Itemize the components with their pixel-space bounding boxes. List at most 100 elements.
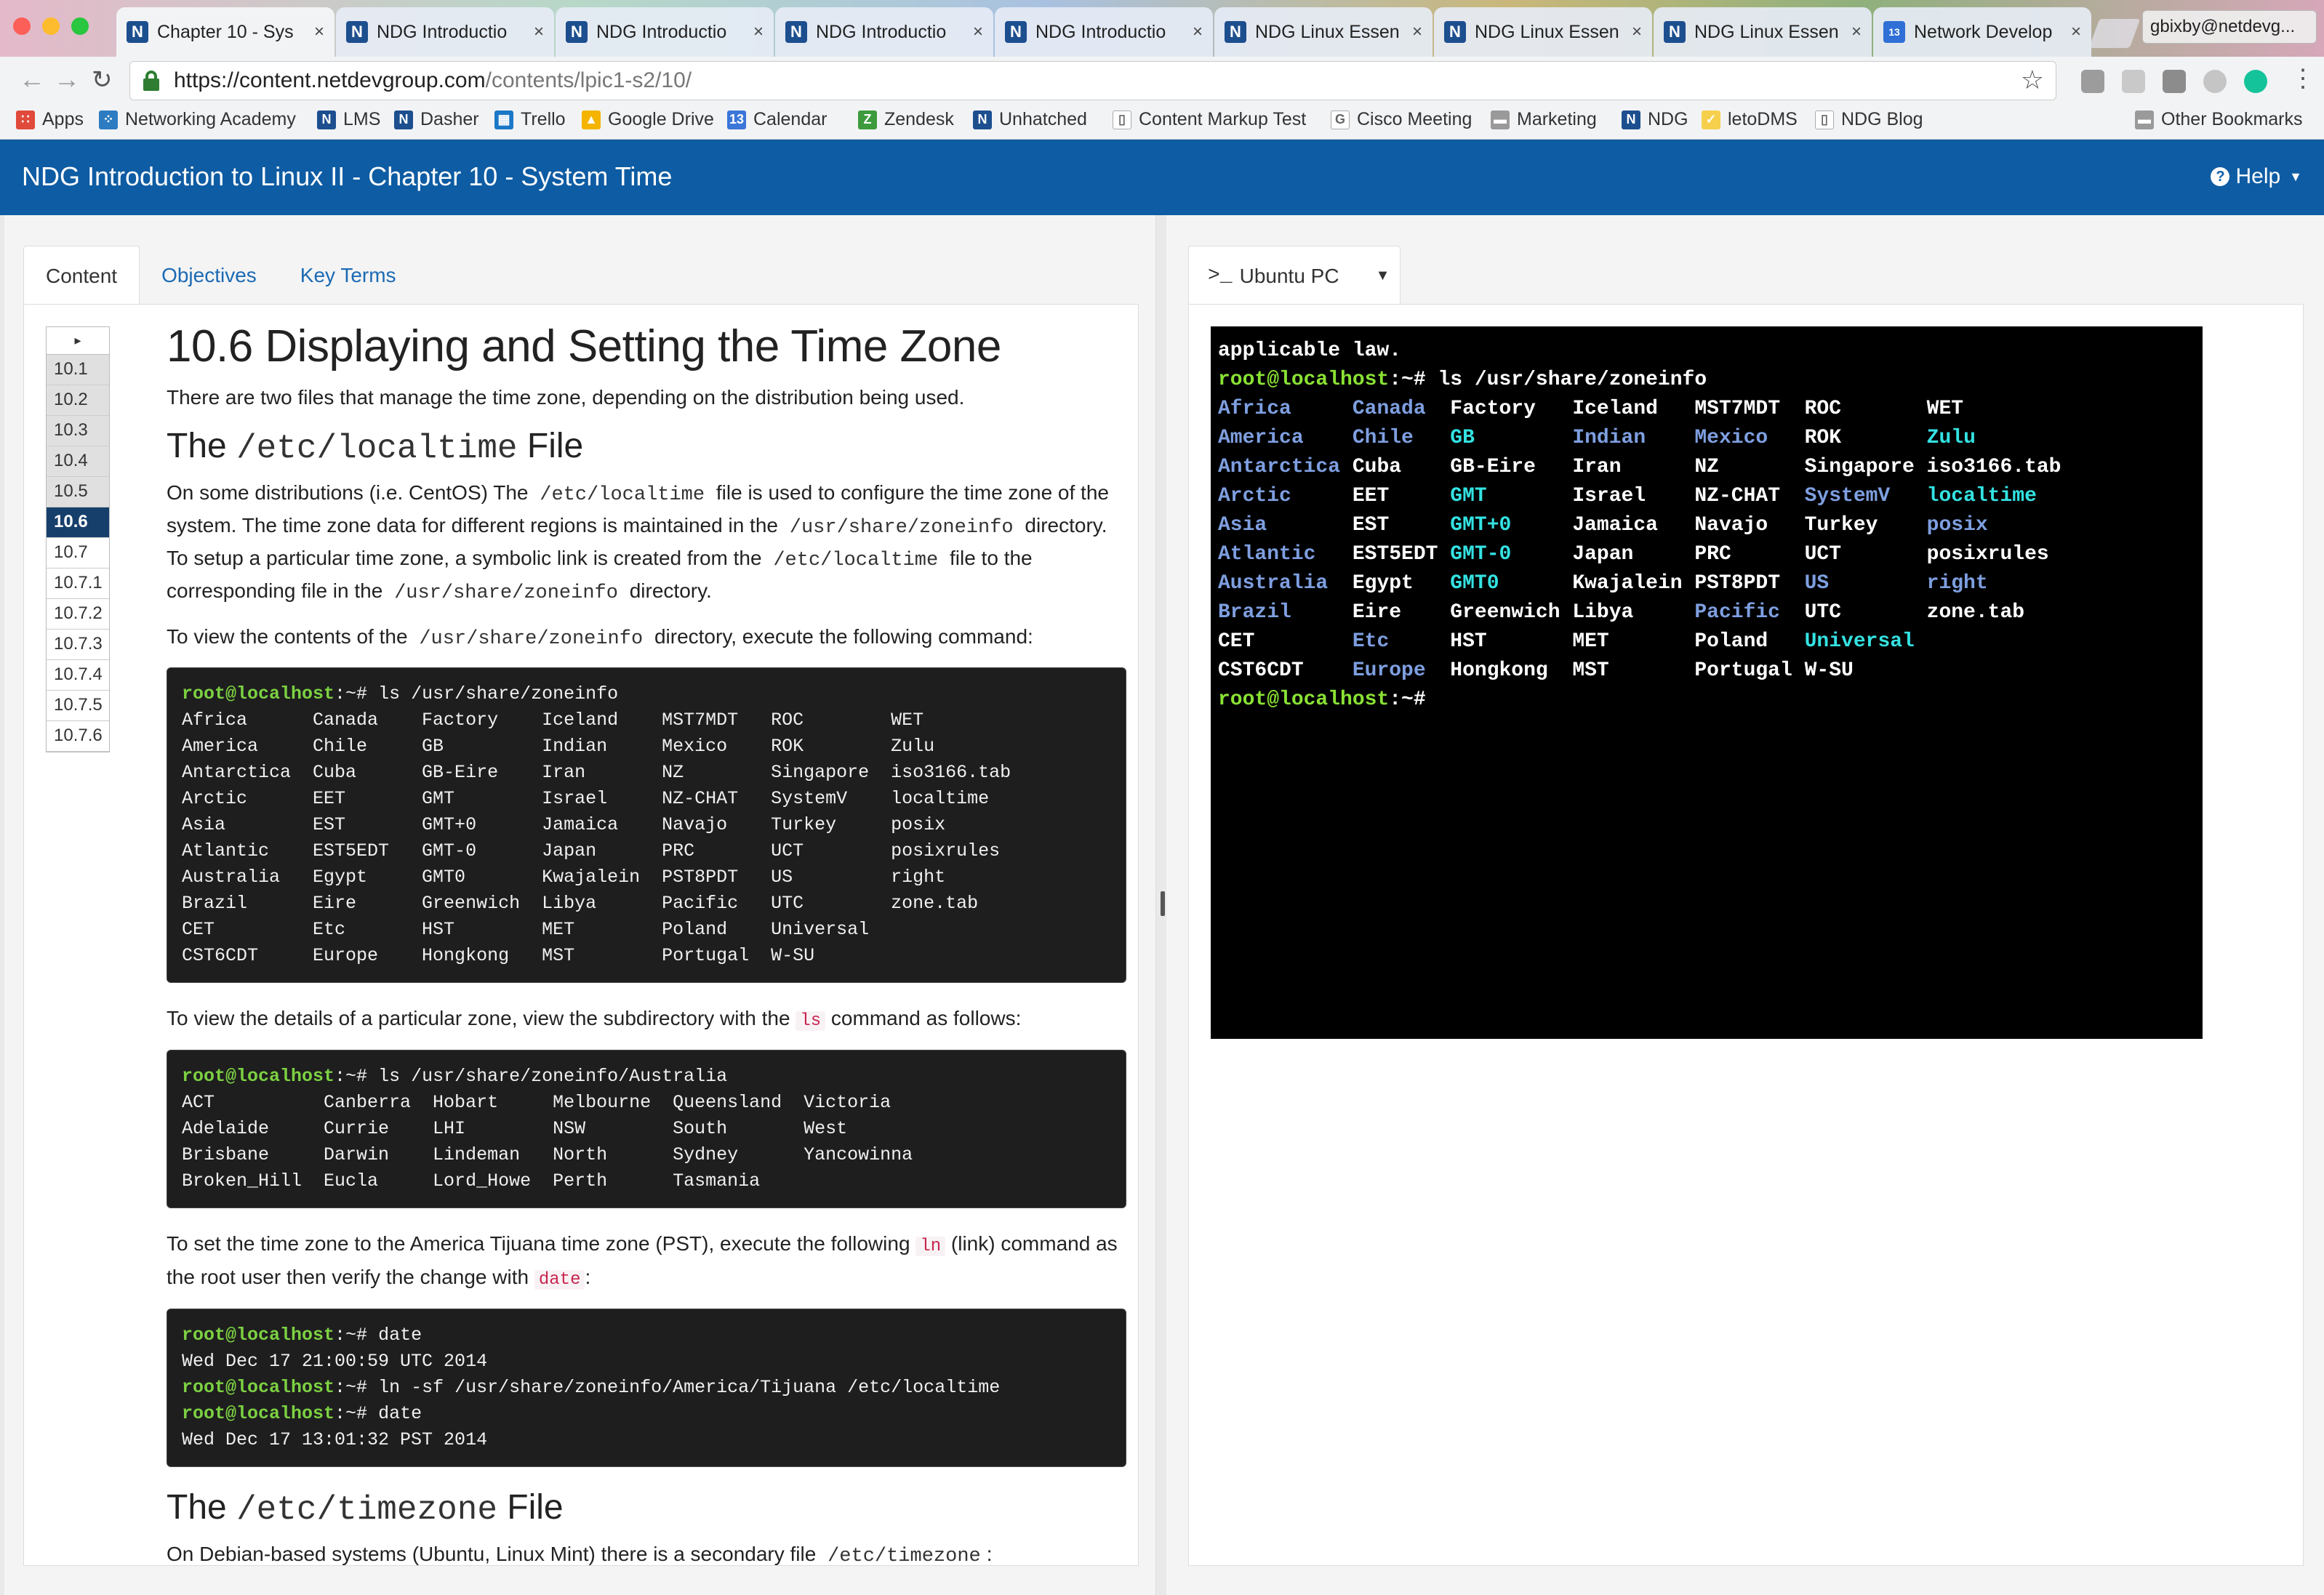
bookmark-item[interactable]: N LMS [317,109,380,130]
bookmark-label: Trello [521,109,566,129]
bookmark-item[interactable]: N NDG [1622,109,1688,130]
terminal-entry: iso3166.tab [1926,456,2061,478]
inline-code: /etc/localtime [540,484,705,506]
close-tab-icon[interactable]: × [753,22,764,42]
section-nav-item[interactable]: 10.1 [47,355,109,385]
browser-tab[interactable]: N NDG Introductio × [556,7,774,57]
tab-title: NDG Linux Essen [1475,21,1619,42]
profile-button[interactable]: gbixby@netdevg... [2142,10,2317,44]
section-nav-item[interactable]: 10.5 [47,477,109,507]
address-bar[interactable]: https://content.netdevgroup.com/contents… [129,61,2056,100]
terminal-entry: Etc [1352,630,1390,653]
section-nav-item[interactable]: 10.7.6 [47,721,109,752]
close-tab-icon[interactable]: × [534,22,544,42]
browser-tab[interactable]: N NDG Introductio × [336,7,554,57]
close-tab-icon[interactable]: × [314,22,324,42]
section-nav-item[interactable]: 10.4 [47,446,109,477]
bookmark-item[interactable]: ∷ Apps [16,109,84,130]
bookmark-label: NDG [1648,109,1688,129]
bookmark-item[interactable]: ▯ Content Markup Test [1113,109,1306,130]
bookmark-item[interactable]: ▲ Google Drive [582,109,714,130]
tab-objectives[interactable]: Objectives [140,246,279,305]
help-menu[interactable]: ? Help ▼ [2211,164,2302,189]
terminal-screen[interactable]: applicable law. root@localhost:~# ls /us… [1211,326,2203,1039]
close-window-button[interactable] [13,17,31,35]
bookmark-item[interactable]: ✓ letoDMS [1702,109,1798,130]
new-tab-button[interactable] [2088,19,2141,48]
bookmark-item[interactable]: ⁘ Networking Academy [99,109,296,130]
terminal-entry: Navajo [1694,514,1768,537]
bookmark-label: Apps [42,109,84,129]
close-tab-icon[interactable]: × [1193,22,1203,42]
page-icon: ▯ [1113,110,1131,129]
tab-title: NDG Linux Essen [1255,21,1400,42]
bookmark-label: Calendar [753,109,828,129]
inline-code: /usr/share/zoneinfo [419,628,644,650]
close-tab-icon[interactable]: × [1412,22,1422,42]
section-nav-item[interactable]: 10.7.3 [47,630,109,660]
section-nav-item[interactable]: 10.7.2 [47,599,109,630]
browser-tab[interactable]: N NDG Linux Essen × [1214,7,1433,57]
terminal-prompt: root@localhost [1218,688,1390,711]
browser-tab[interactable]: N NDG Linux Essen × [1654,7,1872,57]
close-tab-icon[interactable]: × [2071,22,2081,42]
tab-ubuntu-pc[interactable]: >_ Ubuntu PC ▼ [1188,246,1401,305]
extension-icon[interactable] [2203,70,2227,93]
bookmark-item[interactable]: ▬ Other Bookmarks [2135,109,2303,130]
extension-icon[interactable] [2122,70,2145,93]
reload-icon[interactable]: ↻ [92,65,113,95]
browser-tab[interactable]: N NDG Introductio × [775,7,993,57]
section-nav-item[interactable]: 10.6 [47,507,109,538]
minimize-window-button[interactable] [42,17,60,35]
section-nav-item[interactable]: 10.7 [47,538,109,569]
bookmark-item[interactable]: ▯ NDG Blog [1815,109,1923,130]
bookmark-label: Marketing [1517,109,1597,129]
close-tab-icon[interactable]: × [973,22,983,42]
tab-key-terms[interactable]: Key Terms [279,246,418,305]
section-nav-item[interactable]: 10.7.1 [47,569,109,599]
prompt-suffix: :~# [1389,688,1426,711]
bookmark-item[interactable]: 13 Calendar [727,109,827,130]
section-nav-item[interactable]: 10.2 [47,385,109,416]
forward-arrow-icon[interactable]: → [54,64,80,95]
grammarly-icon[interactable] [2244,70,2267,93]
extension-icon[interactable] [2081,70,2104,93]
bookmark-item[interactable]: ▬ Marketing [1491,109,1597,130]
browser-tab[interactable]: 13 Network Develop × [1873,7,2091,57]
zoom-window-button[interactable] [71,17,89,35]
section-nav-item[interactable]: 10.3 [47,416,109,446]
cast-icon[interactable] [2163,70,2186,93]
timezone-paragraph: On Debian-based systems (Ubuntu, Linux M… [167,1539,1126,1565]
section-nav-item[interactable]: 10.7.4 [47,660,109,691]
code-block: root@localhost:~# ls /usr/share/zoneinfo… [167,1050,1126,1208]
nav-toggle-icon[interactable]: ▸ [47,327,109,355]
bookmark-item[interactable]: N Unhatched [973,109,1087,130]
prompt-suffix: :~# [1389,369,1426,391]
bookmark-star-icon[interactable]: ☆ [2021,65,2044,95]
set-timezone-paragraph: To set the time zone to the America Tiju… [167,1229,1126,1295]
text: : [986,1543,993,1565]
back-arrow-icon[interactable]: ← [19,64,45,95]
timezone-heading: The /etc/timezone File [167,1487,1126,1529]
heading-code: /etc/timezone [236,1491,497,1529]
terminal-entry: Australia [1218,572,1329,595]
article: 10.6 Displaying and Setting the Time Zon… [167,321,1126,1565]
browser-tab[interactable]: N NDG Linux Essen × [1434,7,1652,57]
terminal-entry: WET [1926,398,1964,420]
bookmark-item[interactable]: Z Zendesk [858,109,954,130]
bookmark-item[interactable]: N Dasher [394,109,479,130]
section-nav-item[interactable]: 10.7.5 [47,691,109,721]
pane-resize-handle[interactable] [1161,891,1165,916]
close-tab-icon[interactable]: × [1632,22,1642,42]
caret-down-icon[interactable]: ▼ [1376,268,1390,284]
bookmark-item[interactable]: G Cisco Meeting [1331,109,1472,130]
tab-content[interactable]: Content [23,246,140,305]
browser-tab[interactable]: N Chapter 10 - Sys × [116,7,334,57]
text: To view the details of a particular zone… [167,1007,790,1029]
menu-dots-icon[interactable]: ⋮ [2291,64,2315,93]
section-nav: ▸ 10.1 10.2 10.3 10.4 10.5 10.6 10.7 10.7.1 10.7… [46,326,110,752]
browser-tab[interactable]: N NDG Introductio × [995,7,1213,57]
bookmark-item[interactable]: ▦ Trello [494,109,566,130]
trello-icon: ▦ [494,110,513,129]
close-tab-icon[interactable]: × [1851,22,1862,42]
